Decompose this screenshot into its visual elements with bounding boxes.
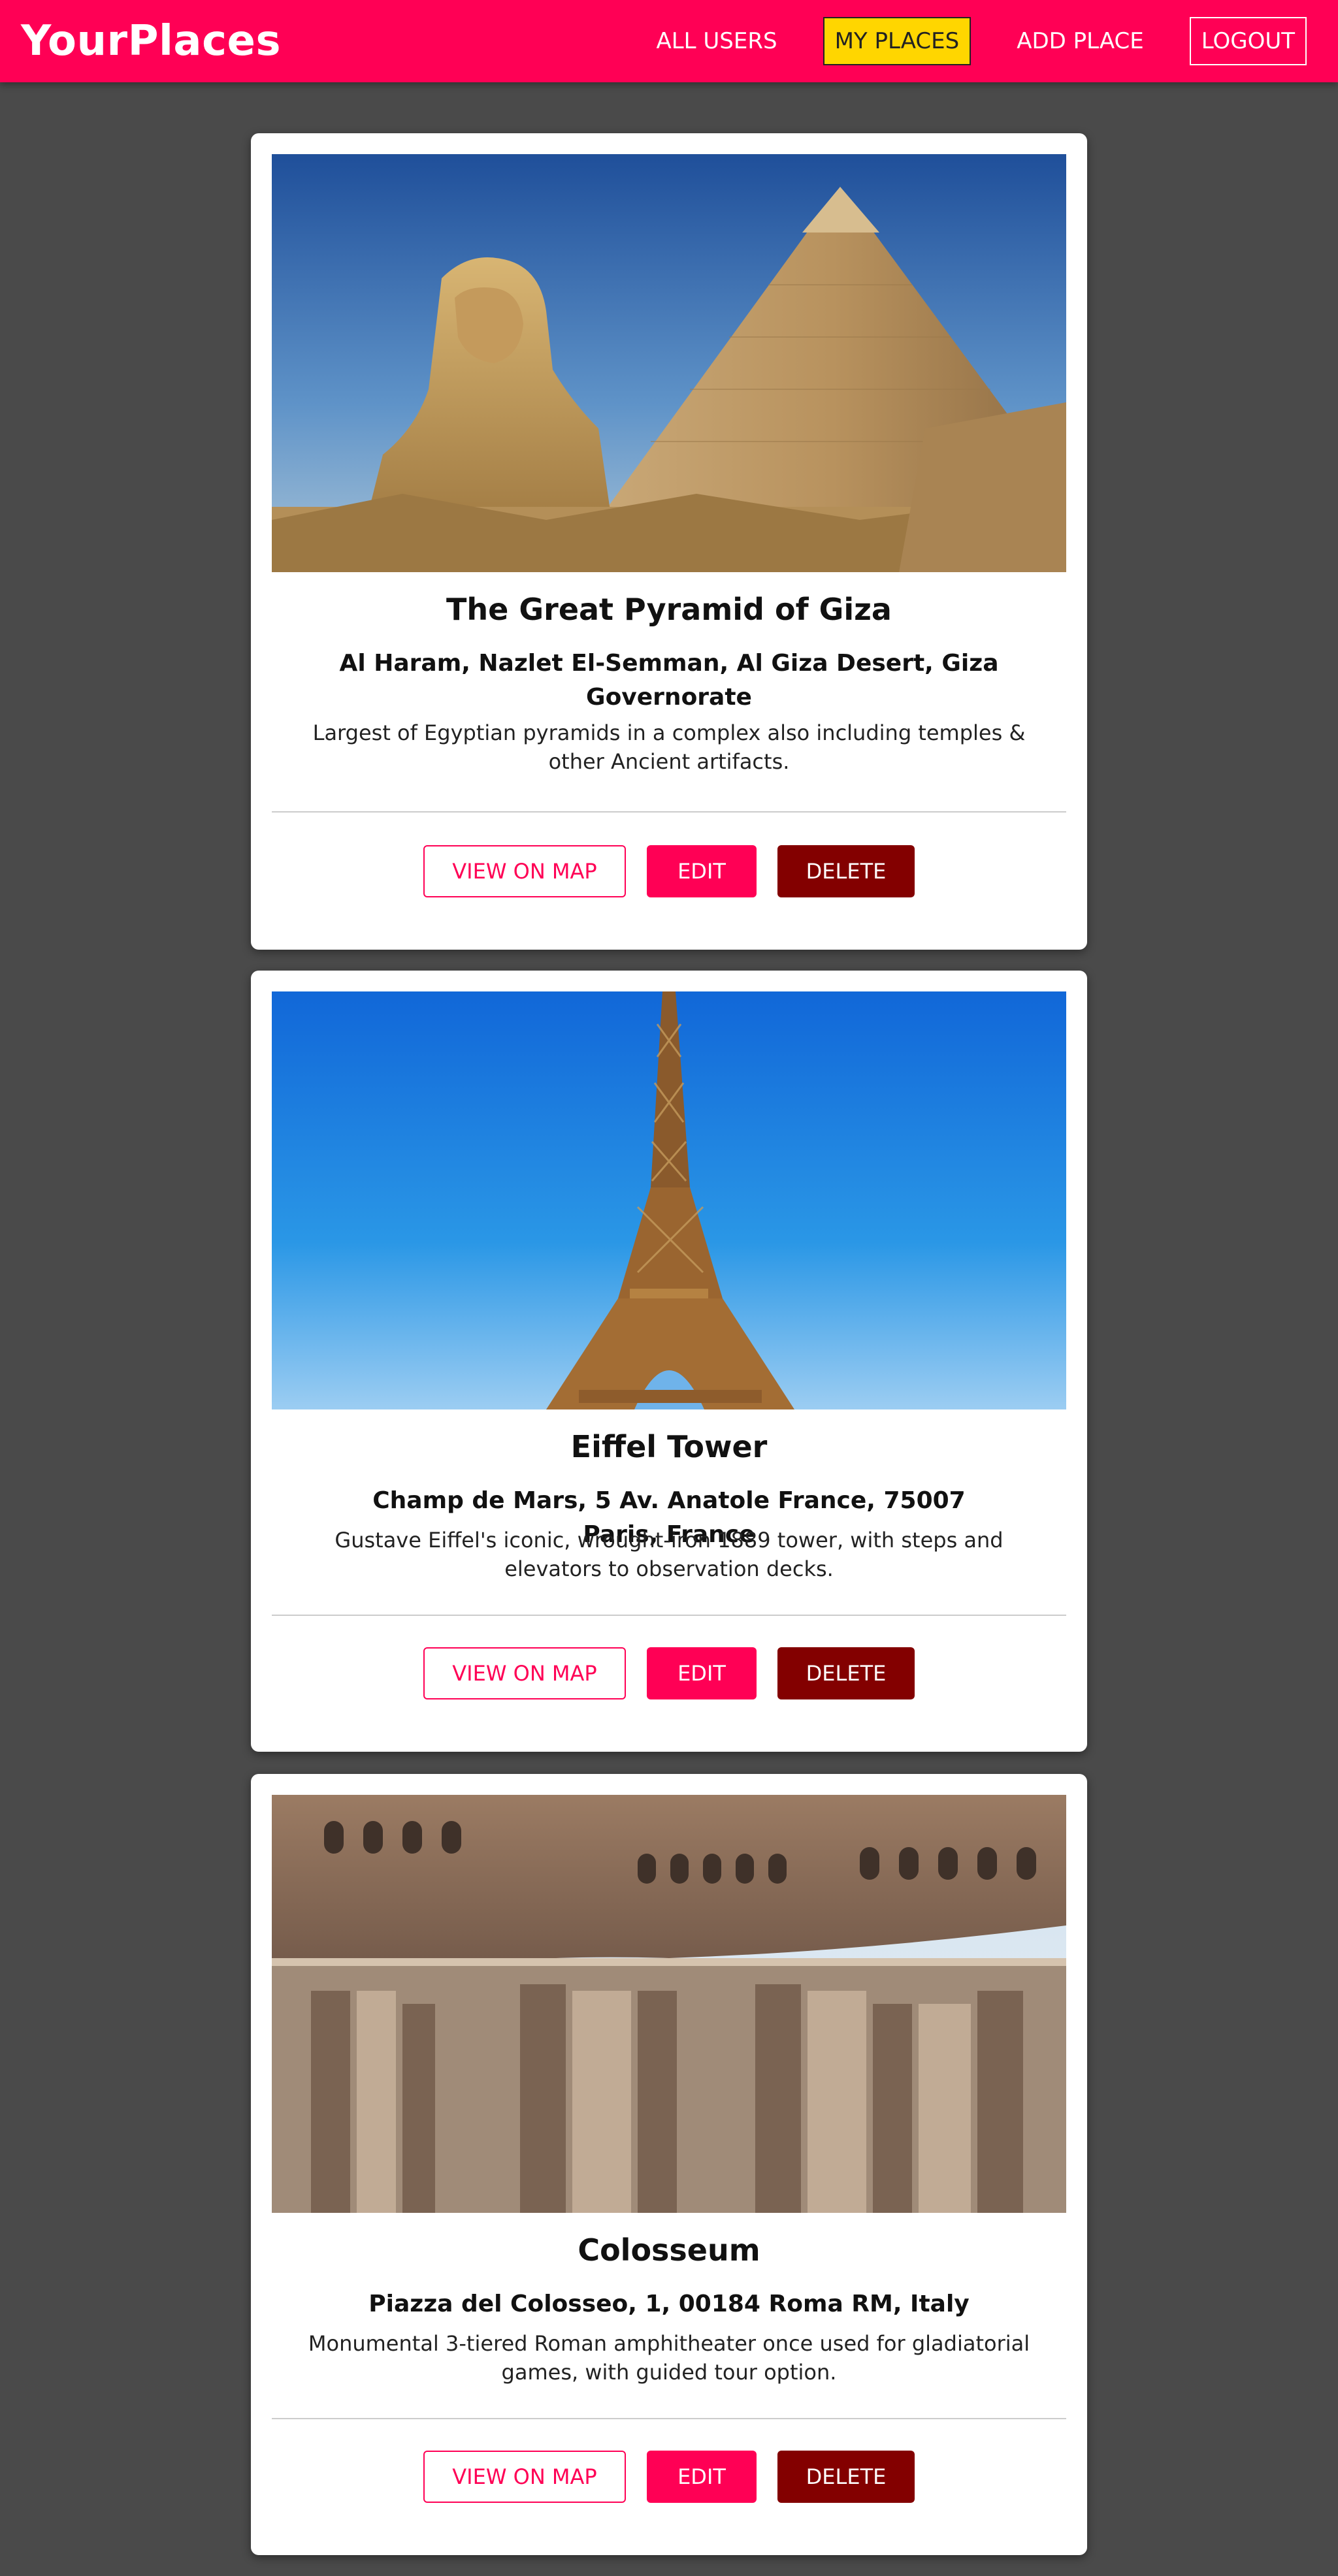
place-card: The Great Pyramid of Giza Al Haram, Nazl… [251,133,1087,950]
delete-button[interactable]: DELETE [777,845,915,897]
app-header: YourPlaces ALL USERS MY PLACES ADD PLACE… [0,0,1338,82]
nav-all-users[interactable]: ALL USERS [644,17,789,65]
place-image-pyramid [272,154,1066,572]
place-address: Al Haram, Nazlet El-Semman, Al Giza Dese… [339,650,999,711]
nav-logout[interactable]: LOGOUT [1189,17,1307,65]
edit-button[interactable]: EDIT [647,845,757,897]
main-nav: ALL USERS MY PLACES ADD PLACE LOGOUT [644,17,1307,65]
place-title: Eiffel Tower [570,1429,768,1464]
place-image-eiffel [272,991,1066,1409]
view-on-map-button[interactable]: VIEW ON MAP [423,2451,626,2503]
place-description: Largest of Egyptian pyramids in a comple… [312,720,1026,774]
nav-add-place[interactable]: ADD PLACE [1005,17,1156,65]
view-on-map-button[interactable]: VIEW ON MAP [423,1647,626,1699]
card-divider [272,2418,1066,2419]
brand-logo[interactable]: YourPlaces [21,17,281,65]
place-card: Eiffel Tower Champ de Mars, 5 Av. Anatol… [251,971,1087,1752]
place-description: Gustave Eiffel's iconic, wrought-iron 18… [334,1528,1004,1581]
edit-button[interactable]: EDIT [647,2451,757,2503]
card-actions: VIEW ON MAP EDIT DELETE [251,1647,1087,1699]
card-divider [272,811,1066,813]
place-card: Colosseum Piazza del Colosseo, 1, 00184 … [251,1774,1087,2555]
delete-button[interactable]: DELETE [777,1647,915,1699]
place-address: Piazza del Colosseo, 1, 00184 Roma RM, I… [368,2291,970,2317]
place-title: The Great Pyramid of Giza [446,592,892,627]
place-image-colosseum [272,1795,1066,2213]
card-actions: VIEW ON MAP EDIT DELETE [251,2451,1087,2503]
card-divider [272,1615,1066,1616]
place-description: Monumental 3-tiered Roman amphitheater o… [308,2331,1030,2385]
nav-my-places[interactable]: MY PLACES [823,17,971,65]
edit-button[interactable]: EDIT [647,1647,757,1699]
view-on-map-button[interactable]: VIEW ON MAP [423,845,626,897]
card-actions: VIEW ON MAP EDIT DELETE [251,845,1087,897]
delete-button[interactable]: DELETE [777,2451,915,2503]
place-title: Colosseum [578,2232,760,2268]
